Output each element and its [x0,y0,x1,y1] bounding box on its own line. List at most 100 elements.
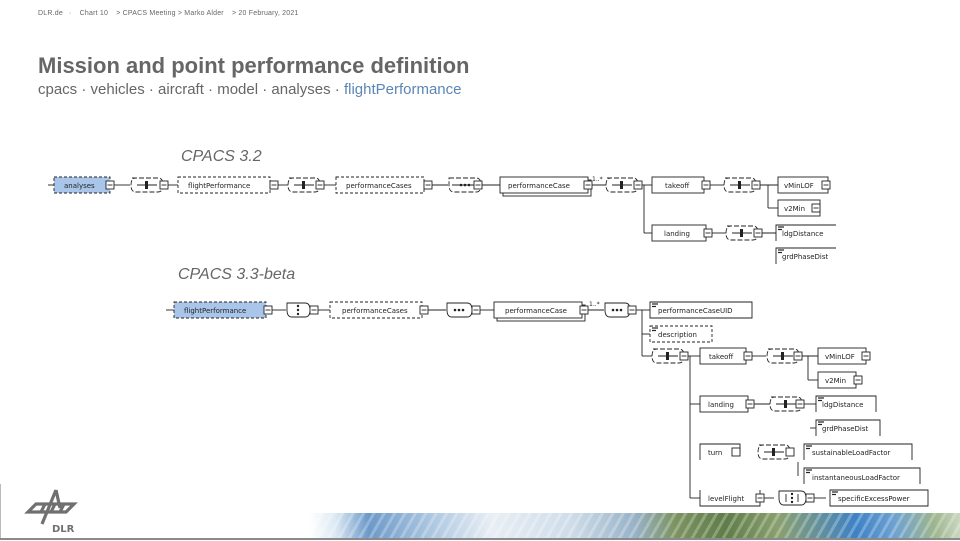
node-performancecases-3-2[interactable]: performanceCases [335,176,433,194]
node-label: takeoff [665,182,689,190]
node-ldgdistance-3-2[interactable]: ldgDistance [775,224,836,241]
node-levelflight-3-3[interactable]: levelFlight [699,490,765,507]
node-label: description [658,331,697,339]
node-label: performanceCaseUID [658,307,733,315]
expand-icon[interactable] [703,228,713,238]
expand-icon[interactable] [743,351,753,361]
expand-icon[interactable] [701,180,711,190]
node-description-3-3[interactable]: description [649,325,713,343]
node-label: grdPhaseDist [782,253,829,261]
node-sustainableloadfactor-3-3[interactable]: sustainableLoadFactor [803,443,913,460]
expand-icon[interactable] [579,305,589,315]
expand-icon[interactable] [861,351,871,361]
expand-icon[interactable] [473,180,483,190]
footer-left-divider [0,484,1,538]
expand-icon[interactable] [315,180,325,190]
expand-icon[interactable] [309,305,319,315]
node-label: analyses [64,182,95,190]
dlr-logo: DLR [22,488,82,541]
expand-icon[interactable] [751,180,761,190]
sequence-compositor-icon [446,302,473,318]
expand-icon[interactable] [795,399,805,409]
node-performancecases-3-3[interactable]: performanceCases [329,301,429,319]
node-label: turn [708,449,722,457]
node-performancecase-3-2[interactable]: performanceCase [499,176,593,197]
expand-icon[interactable] [753,228,763,238]
node-label: ldgDistance [782,230,823,238]
node-analyses-3-2[interactable]: analyses [53,176,115,194]
expand-icon[interactable] [853,375,863,385]
expand-icon[interactable] [423,180,433,190]
node-label: ldgDistance [822,401,863,409]
node-label: flightPerformance [184,307,246,315]
node-label: vMinLOF [825,353,855,361]
expand-icon[interactable] [627,305,637,315]
node-label: performanceCase [505,307,567,315]
node-label: grdPhaseDist [822,425,869,433]
expand-icon[interactable] [805,493,815,503]
earth-banner-image [310,513,960,538]
sequence-compositor-icon [723,177,757,193]
expand-icon[interactable] [745,399,755,409]
node-label: sustainableLoadFactor [812,449,890,457]
sequence-compositor-icon [725,225,759,241]
node-label: takeoff [709,353,733,361]
node-label: landing [664,230,690,238]
node-label: performanceCase [508,182,570,190]
node-performancecaseuid-3-3[interactable]: performanceCaseUID [649,301,753,319]
node-turn-3-3[interactable]: turn [699,443,741,460]
expand-icon[interactable] [785,447,795,457]
expand-icon[interactable] [633,180,643,190]
node-flightperformance-3-2[interactable]: flightPerformance [177,176,279,194]
multiplicity-label: 1..* [589,301,600,308]
node-v2min-3-2[interactable]: v2Min [777,199,821,217]
schema-diagrams: analyses flightPerformance performanceCa… [48,176,929,507]
node-landing-3-3[interactable]: landing [699,395,755,413]
node-grdphasedist-3-3[interactable]: grdPhaseDist [815,419,881,436]
sequence-compositor-icon [130,177,164,193]
node-instantaneousloadfactor-3-3[interactable]: instantaneousLoadFactor [803,467,921,484]
expand-icon[interactable] [755,493,765,503]
expand-icon[interactable] [793,351,803,361]
sequence-compositor-icon [757,444,791,460]
expand-icon[interactable] [471,305,481,315]
node-takeoff-3-2[interactable]: takeoff [651,176,711,194]
sequence-compositor-icon [287,177,321,193]
expand-icon[interactable] [159,180,169,190]
dlr-logo-text: DLR [52,524,75,535]
expand-icon[interactable] [419,305,429,315]
expand-icon[interactable] [583,180,593,190]
expand-icon[interactable] [811,203,821,213]
diagram-cpacs-3-3-beta: flightPerformance performanceCases perfo… [166,301,929,507]
expand-icon[interactable] [821,180,831,190]
node-specificexcesspower-3-3[interactable]: specificExcessPower [829,489,929,507]
choice-compositor-icon [605,177,639,193]
node-vminlof-3-2[interactable]: vMinLOF [777,176,831,194]
node-takeoff-3-3[interactable]: takeoff [699,347,753,365]
all-compositor-icon [286,302,311,318]
node-v2min-3-3[interactable]: v2Min [817,371,863,389]
node-flightperformance-3-3[interactable]: flightPerformance [173,301,273,319]
node-performancecase-3-3[interactable]: performanceCase [493,301,589,322]
expand-icon[interactable] [263,305,273,315]
node-label: instantaneousLoadFactor [812,474,900,482]
expand-icon[interactable] [679,351,689,361]
node-label: levelFlight [708,495,744,503]
node-label: performanceCases [346,182,412,190]
node-label: specificExcessPower [838,495,910,503]
choice-compositor-icon [651,348,685,364]
expand-icon[interactable] [105,180,115,190]
node-ldgdistance-3-3[interactable]: ldgDistance [815,395,877,412]
node-vminlof-3-3[interactable]: vMinLOF [817,347,871,365]
node-label: flightPerformance [188,182,250,190]
dlr-logo-icon: DLR [24,489,78,535]
diagram-cpacs-3-2: analyses flightPerformance performanceCa… [48,176,836,264]
expand-icon[interactable] [269,180,279,190]
node-landing-3-2[interactable]: landing [651,224,713,242]
node-label: vMinLOF [784,182,814,190]
node-label: v2Min [784,205,805,213]
multiplicity-label: 1..* [592,176,603,183]
node-label: performanceCases [342,307,408,315]
node-label: landing [708,401,734,409]
node-grdphasedist-3-2[interactable]: grdPhaseDist [775,247,836,264]
